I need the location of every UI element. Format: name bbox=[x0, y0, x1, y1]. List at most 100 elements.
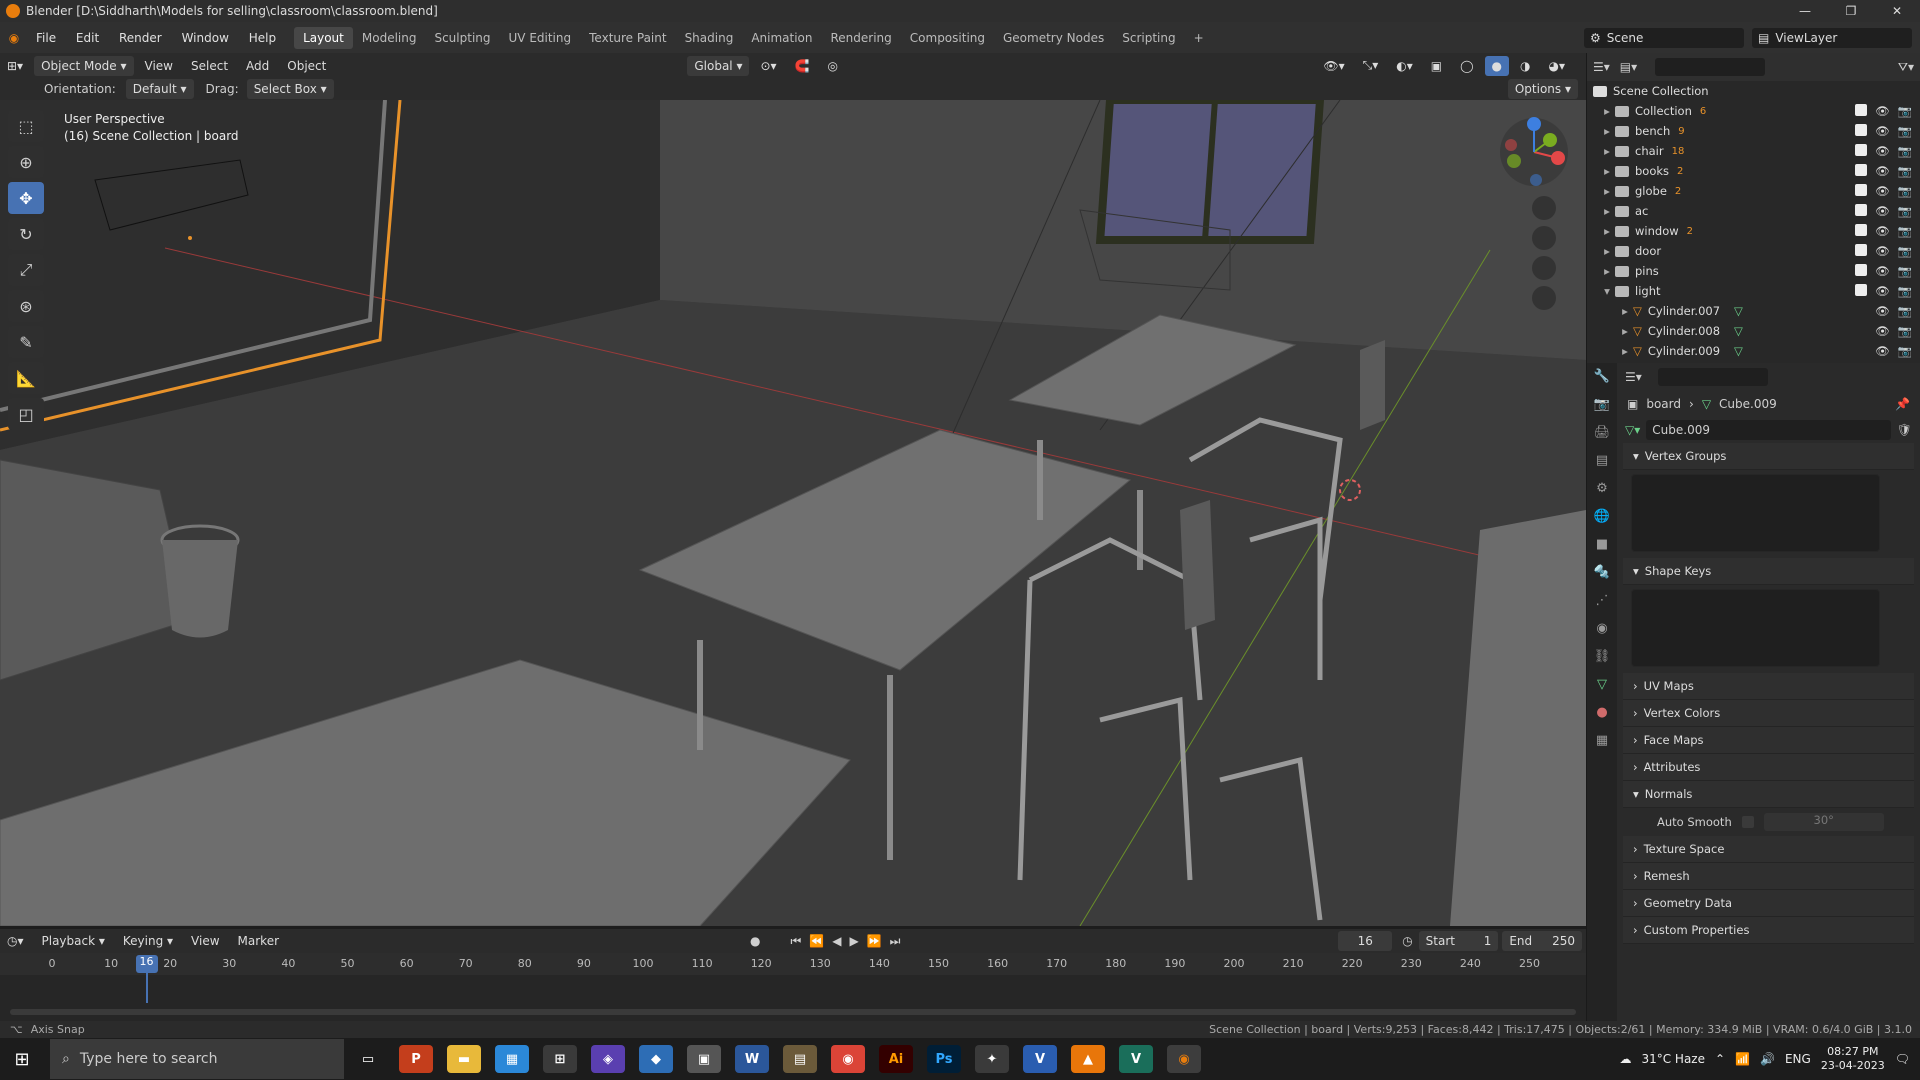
tab-sculpting[interactable]: Sculpting bbox=[425, 27, 499, 49]
scene-tab-icon[interactable]: ⚙ bbox=[1587, 475, 1617, 503]
menu-file[interactable]: File bbox=[28, 31, 64, 45]
microsoft-store-icon[interactable]: ⊞ bbox=[543, 1045, 577, 1073]
panel-header[interactable]: › Face Maps bbox=[1623, 727, 1914, 754]
transform-orientation-dropdown[interactable]: Global ▾ bbox=[687, 55, 750, 76]
chevron-right-icon[interactable]: ▸ bbox=[1599, 144, 1615, 158]
3d-viewport[interactable] bbox=[0, 100, 1586, 926]
playback-menu[interactable]: Playback ▾ bbox=[35, 931, 112, 951]
menu-view[interactable]: View bbox=[138, 56, 180, 76]
frame-ruler[interactable]: 0 10 20 30 40 50 60 70 80 90 100 110 120 130 140 150 160… bbox=[0, 953, 1586, 1003]
world-tab-icon[interactable]: 🌐 bbox=[1587, 503, 1617, 531]
options-dropdown[interactable]: Options ▾ bbox=[1507, 79, 1578, 99]
solid-shading-icon[interactable]: ● bbox=[1484, 55, 1510, 76]
outliner-row[interactable]: ▾ light 👁 📷 bbox=[1587, 281, 1920, 301]
record-icon[interactable]: ● bbox=[750, 934, 760, 948]
visibility-icon[interactable]: 👁▾ bbox=[1316, 56, 1351, 76]
outliner-search-input[interactable] bbox=[1655, 58, 1766, 76]
exclude-checkbox[interactable] bbox=[1855, 244, 1868, 256]
physics-tab-icon[interactable]: ◉ bbox=[1587, 615, 1617, 643]
eye-icon[interactable]: 👁 bbox=[1875, 244, 1890, 258]
camera-icon[interactable]: 📷 bbox=[1898, 144, 1912, 158]
tab-scripting[interactable]: Scripting bbox=[1113, 27, 1184, 49]
close-icon[interactable]: ✕ bbox=[1874, 4, 1920, 18]
exclude-checkbox[interactable] bbox=[1855, 104, 1868, 116]
outliner-child-row[interactable]: ▸ ▽ Cylinder.009 ▽ 👁 📷 bbox=[1587, 341, 1920, 361]
properties-search-input[interactable] bbox=[1657, 368, 1768, 386]
taskbar-search-input[interactable]: ⌕ Type here to search bbox=[50, 1039, 344, 1079]
exclude-checkbox[interactable] bbox=[1855, 124, 1868, 136]
current-frame-indicator[interactable]: 16 bbox=[135, 955, 158, 973]
exclude-checkbox[interactable] bbox=[1855, 284, 1868, 296]
outliner-row[interactable]: ▸ globe 2 👁 📷 bbox=[1587, 181, 1920, 201]
gizmo-icon[interactable]: ⤡▾ bbox=[1356, 56, 1386, 76]
view-layer-selector[interactable]: ▤ ViewLayer bbox=[1752, 27, 1912, 48]
object-tab-icon[interactable]: ■ bbox=[1587, 531, 1617, 559]
exclude-checkbox[interactable] bbox=[1855, 184, 1868, 196]
exclude-checkbox[interactable] bbox=[1855, 204, 1868, 216]
app-icon-3[interactable]: ▤ bbox=[783, 1045, 817, 1073]
camera-icon[interactable]: 📷 bbox=[1898, 344, 1912, 358]
menu-select[interactable]: Select bbox=[184, 56, 235, 76]
photoshop-icon[interactable]: Ps bbox=[927, 1045, 961, 1073]
outliner-editor-icon[interactable]: ☰▾ bbox=[1593, 60, 1610, 74]
file-explorer-icon[interactable]: ▬ bbox=[447, 1045, 481, 1073]
outliner-row[interactable]: ▸ ac 👁 📷 bbox=[1587, 201, 1920, 221]
panel-header[interactable]: ▾ Shape Keys bbox=[1623, 558, 1914, 585]
panel-header[interactable]: › Attributes bbox=[1623, 754, 1914, 781]
drag-dropdown[interactable]: Select Box ▾ bbox=[246, 79, 334, 99]
tab-shading[interactable]: Shading bbox=[676, 27, 743, 49]
copilot-icon[interactable]: ◈ bbox=[591, 1045, 625, 1073]
eye-icon[interactable]: 👁 bbox=[1875, 284, 1890, 298]
navigation-gizmo[interactable] bbox=[1494, 112, 1574, 312]
camera-icon[interactable]: 📷 bbox=[1898, 304, 1912, 318]
add-cube-tool-icon[interactable]: ◰ bbox=[8, 398, 44, 430]
exclude-checkbox[interactable] bbox=[1855, 264, 1868, 276]
camera-icon[interactable]: 📷 bbox=[1898, 324, 1912, 338]
menu-edit[interactable]: Edit bbox=[68, 31, 107, 45]
tab-uv-editing[interactable]: UV Editing bbox=[500, 27, 581, 49]
eye-icon[interactable]: 👁 bbox=[1875, 204, 1890, 218]
editor-type-icon[interactable]: ⊞▾ bbox=[0, 56, 30, 76]
menu-add[interactable]: Add bbox=[239, 56, 276, 76]
app-icon-5[interactable]: V bbox=[1119, 1045, 1153, 1073]
timeline-view-menu[interactable]: View bbox=[184, 931, 226, 951]
outliner-row[interactable]: ▸ Collection 6 👁 📷 bbox=[1587, 101, 1920, 121]
network-icon[interactable]: 📶 bbox=[1735, 1052, 1750, 1066]
timeline-scrollbar[interactable] bbox=[10, 1009, 1576, 1015]
blender-menu-icon[interactable]: ◉ bbox=[0, 31, 28, 45]
render-tab-icon[interactable]: 📷 bbox=[1587, 391, 1617, 419]
auto-smooth-checkbox[interactable] bbox=[1741, 816, 1754, 828]
outliner-row[interactable]: ▸ books 2 👁 📷 bbox=[1587, 161, 1920, 181]
chevron-right-icon[interactable]: ▸ bbox=[1599, 104, 1615, 118]
menu-render[interactable]: Render bbox=[111, 31, 170, 45]
axis-gizmo-icon[interactable] bbox=[1494, 112, 1574, 312]
particles-tab-icon[interactable]: ⋰ bbox=[1587, 587, 1617, 615]
outliner-child-row[interactable]: ▸ ▽ Cylinder.007 ▽ 👁 📷 bbox=[1587, 301, 1920, 321]
add-workspace-button[interactable]: + bbox=[1185, 27, 1213, 49]
vlc-icon[interactable]: ▲ bbox=[1071, 1045, 1105, 1073]
word-icon[interactable]: W bbox=[735, 1045, 769, 1073]
panel-header[interactable]: › Vertex Colors bbox=[1623, 700, 1914, 727]
view-layer-tab-icon[interactable]: ▤ bbox=[1587, 447, 1617, 475]
display-mode-icon[interactable]: ▤▾ bbox=[1620, 60, 1637, 74]
modifier-tab-icon[interactable]: 🔩 bbox=[1587, 559, 1617, 587]
transform-tool-icon[interactable]: ⊛ bbox=[8, 290, 44, 322]
eye-icon[interactable]: 👁 bbox=[1875, 144, 1890, 158]
scale-tool-icon[interactable]: ⤢ bbox=[8, 254, 44, 286]
clock[interactable]: 08:27 PM 23-04-2023 bbox=[1821, 1045, 1885, 1073]
clock-icon[interactable]: ◷ bbox=[1402, 934, 1412, 948]
shape-keys-list[interactable] bbox=[1631, 589, 1880, 667]
panel-header[interactable]: › UV Maps bbox=[1623, 673, 1914, 700]
rendered-shading-icon[interactable]: ◕▾ bbox=[1542, 56, 1573, 76]
pin-icon[interactable]: 📌 bbox=[1895, 397, 1910, 411]
minimize-icon[interactable]: — bbox=[1782, 4, 1828, 18]
fake-user-icon[interactable]: 🛡 bbox=[1897, 423, 1912, 437]
store-app-icon[interactable]: ▦ bbox=[495, 1045, 529, 1073]
chevron-right-icon[interactable]: ▸ bbox=[1599, 244, 1615, 258]
tab-modeling[interactable]: Modeling bbox=[353, 27, 426, 49]
overlay-icon[interactable]: ◐▾ bbox=[1389, 56, 1420, 76]
camera-icon[interactable]: 📷 bbox=[1898, 124, 1912, 138]
eye-icon[interactable]: 👁 bbox=[1875, 104, 1890, 118]
playback-controls[interactable]: ⏮⏪◀▶⏩⏭ bbox=[791, 934, 909, 949]
chevron-right-icon[interactable]: ▸ bbox=[1617, 344, 1633, 358]
